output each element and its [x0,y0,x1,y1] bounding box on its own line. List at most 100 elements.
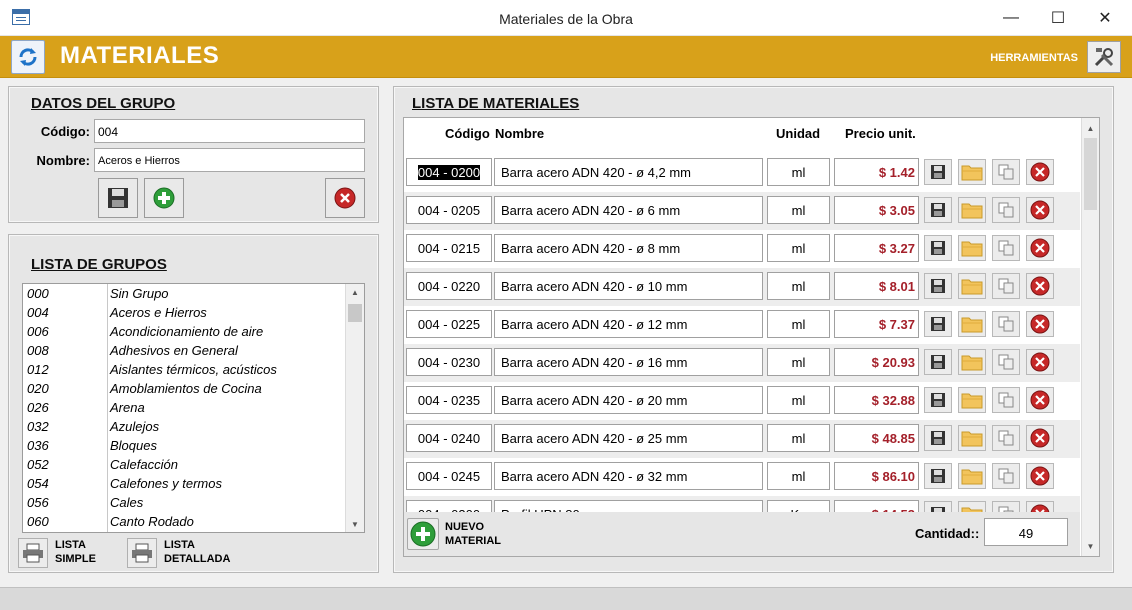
save-row-button[interactable] [924,463,952,489]
delete-group-button[interactable] [325,178,365,218]
material-unit[interactable]: ml [767,462,830,490]
material-code[interactable]: 004 - 0235 [406,386,492,414]
material-unit[interactable]: ml [767,348,830,376]
delete-row-button[interactable] [1026,235,1054,261]
material-name[interactable]: Barra acero ADN 420 - ø 32 mm [494,462,763,490]
material-code[interactable]: 004 - 0240 [406,424,492,452]
material-price[interactable]: $ 3.05 [834,196,919,224]
list-item[interactable]: 056 Cales [23,493,345,512]
save-row-button[interactable] [924,159,952,185]
material-name[interactable]: Barra acero ADN 420 - ø 20 mm [494,386,763,414]
delete-row-button[interactable] [1026,463,1054,489]
material-unit[interactable]: ml [767,196,830,224]
new-material-button[interactable] [407,518,439,550]
scroll-down-icon[interactable]: ▼ [1082,538,1099,554]
material-price[interactable]: $ 3.27 [834,234,919,262]
list-item[interactable]: 006 Acondicionamiento de aire [23,322,345,341]
material-unit[interactable]: ml [767,424,830,452]
list-item[interactable]: 004 Aceros e Hierros [23,303,345,322]
group-name-field[interactable]: Aceros e Hierros [94,148,365,172]
copy-row-button[interactable] [992,349,1020,375]
list-item[interactable]: 026 Arena [23,398,345,417]
open-row-button[interactable] [958,425,986,451]
delete-row-button[interactable] [1026,273,1054,299]
material-name[interactable]: Barra acero ADN 420 - ø 4,2 mm [494,158,763,186]
group-list[interactable]: 000 Sin Grupo 004 Aceros e Hierros 006 Acon… [22,283,365,533]
delete-row-button[interactable] [1026,349,1054,375]
material-unit[interactable]: ml [767,310,830,338]
material-code[interactable]: 004 - 0200 [406,158,492,186]
save-row-button[interactable] [924,425,952,451]
list-item[interactable]: 020 Amoblamientos de Cocina [23,379,345,398]
material-code[interactable]: 004 - 0225 [406,310,492,338]
open-row-button[interactable] [958,311,986,337]
open-row-button[interactable] [958,273,986,299]
material-code[interactable]: 004 - 0205 [406,196,492,224]
material-price[interactable]: $ 48.85 [834,424,919,452]
material-price[interactable]: $ 86.10 [834,462,919,490]
open-row-button[interactable] [958,387,986,413]
group-list-scrollbar[interactable]: ▲ ▼ [345,284,364,532]
list-item[interactable]: 012 Aislantes térmicos, acústicos [23,360,345,379]
material-code[interactable]: 004 - 0245 [406,462,492,490]
material-name[interactable]: Barra acero ADN 420 - ø 25 mm [494,424,763,452]
delete-row-button[interactable] [1026,159,1054,185]
add-group-button[interactable] [144,178,184,218]
delete-row-button[interactable] [1026,311,1054,337]
list-item[interactable]: 008 Adhesivos en General [23,341,345,360]
copy-row-button[interactable] [992,159,1020,185]
scroll-up-icon[interactable]: ▲ [1082,120,1099,136]
table-row[interactable]: 004 - 0200 Barra acero ADN 420 - ø 4,2 mm… [404,154,1080,192]
scroll-thumb[interactable] [1084,138,1097,210]
material-price[interactable]: $ 1.42 [834,158,919,186]
copy-row-button[interactable] [992,463,1020,489]
save-row-button[interactable] [924,387,952,413]
table-row[interactable]: 004 - 0220 Barra acero ADN 420 - ø 10 mm m… [404,268,1080,306]
delete-row-button[interactable] [1026,387,1054,413]
material-name[interactable]: Barra acero ADN 420 - ø 10 mm [494,272,763,300]
list-item[interactable]: 052 Calefacción [23,455,345,474]
material-price[interactable]: $ 32.88 [834,386,919,414]
table-row[interactable]: 004 - 0245 Barra acero ADN 420 - ø 32 mm m… [404,458,1080,496]
material-price[interactable]: $ 8.01 [834,272,919,300]
copy-row-button[interactable] [992,235,1020,261]
material-name[interactable]: Barra acero ADN 420 - ø 8 mm [494,234,763,262]
material-name[interactable]: Barra acero ADN 420 - ø 16 mm [494,348,763,376]
close-window-button[interactable]: ✕ [1082,0,1128,36]
delete-row-button[interactable] [1026,197,1054,223]
material-name[interactable]: Barra acero ADN 420 - ø 6 mm [494,196,763,224]
copy-row-button[interactable] [992,311,1020,337]
material-unit[interactable]: ml [767,158,830,186]
open-row-button[interactable] [958,235,986,261]
scroll-thumb[interactable] [348,304,362,322]
save-row-button[interactable] [924,273,952,299]
material-unit[interactable]: ml [767,386,830,414]
save-row-button[interactable] [924,197,952,223]
open-row-button[interactable] [958,349,986,375]
material-price[interactable]: $ 7.37 [834,310,919,338]
delete-row-button[interactable] [1026,425,1054,451]
table-row[interactable]: 004 - 0225 Barra acero ADN 420 - ø 12 mm m… [404,306,1080,344]
material-code[interactable]: 004 - 0230 [406,348,492,376]
print-detailed-button[interactable] [127,538,157,568]
list-item[interactable]: 000 Sin Grupo [23,284,345,303]
material-unit[interactable]: ml [767,234,830,262]
maximize-button[interactable]: ☐ [1035,0,1081,36]
list-item[interactable]: 036 Bloques [23,436,345,455]
material-code[interactable]: 004 - 0215 [406,234,492,262]
copy-row-button[interactable] [992,425,1020,451]
material-unit[interactable]: ml [767,272,830,300]
list-item[interactable]: 032 Azulejos [23,417,345,436]
print-simple-button[interactable] [18,538,48,568]
table-row[interactable]: 004 - 0235 Barra acero ADN 420 - ø 20 mm m… [404,382,1080,420]
list-item[interactable]: 060 Canto Rodado [23,512,345,531]
scroll-down-icon[interactable]: ▼ [346,516,364,532]
table-row[interactable]: 004 - 0215 Barra acero ADN 420 - ø 8 mm ml… [404,230,1080,268]
minimize-button[interactable]: — [988,0,1034,36]
open-row-button[interactable] [958,197,986,223]
refresh-button[interactable] [11,40,45,74]
materials-scrollbar[interactable]: ▲ ▼ [1081,118,1099,556]
open-row-button[interactable] [958,463,986,489]
group-code-field[interactable]: 004 [94,119,365,143]
tools-button[interactable] [1087,41,1121,73]
